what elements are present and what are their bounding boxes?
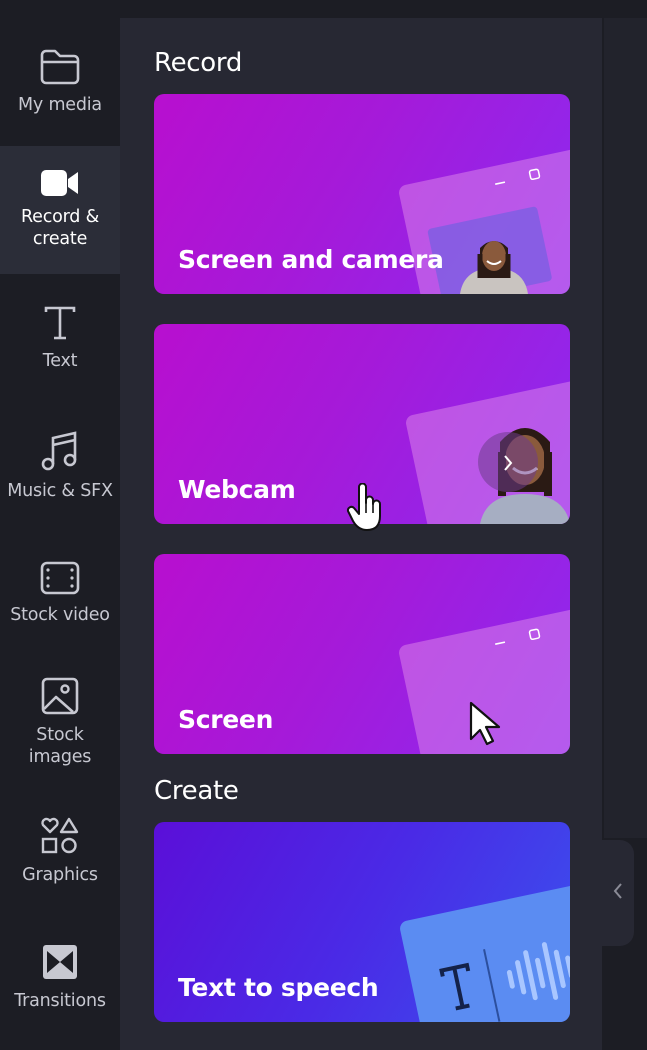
chevron-left-icon (612, 882, 624, 904)
sidebar-item-label: My media (18, 95, 102, 115)
window-controls-icon (495, 628, 541, 645)
folder-icon (39, 48, 81, 86)
screen-and-camera-card[interactable]: Screen and camera (154, 94, 570, 294)
sidebar-item-my-media[interactable]: My media (0, 18, 120, 146)
person-thumbnail (460, 230, 528, 294)
top-strip (0, 0, 647, 18)
image-icon (40, 676, 80, 716)
sidebar-item-label: Music & SFX (7, 481, 113, 501)
card-label: Screen (178, 705, 274, 734)
card-label: Webcam (178, 475, 296, 504)
collapse-panel-button[interactable] (602, 840, 634, 946)
sidebar-item-record-create[interactable]: Record & create (0, 146, 120, 274)
next-button[interactable] (478, 432, 538, 492)
speech-illustration (398, 880, 570, 1022)
section-title-record: Record (154, 48, 243, 78)
video-camera-icon (39, 166, 81, 200)
sidebar-item-text[interactable]: Text (0, 274, 120, 402)
sidebar-item-label: Graphics (22, 865, 98, 885)
sidebar-item-label: Transitions (14, 991, 106, 1011)
sidebar-nav: My media Record & create Text Music & SF… (0, 18, 120, 1050)
hand-cursor-icon (346, 483, 381, 531)
text-icon (43, 304, 77, 342)
sidebar-item-label: Record & create (20, 207, 100, 249)
sidebar-item-stock-images[interactable]: Stock images (0, 658, 120, 802)
section-title-create: Create (154, 776, 239, 806)
right-edge-panel (604, 18, 647, 838)
transitions-icon (40, 942, 80, 982)
sidebar-item-graphics[interactable]: Graphics (0, 802, 120, 930)
text-waveform-icon (439, 942, 570, 1022)
sidebar-item-transitions[interactable]: Transitions (0, 930, 120, 1050)
sidebar-item-music-sfx[interactable]: Music & SFX (0, 402, 120, 530)
sidebar-item-label: Text (42, 351, 78, 371)
screen-card[interactable]: Screen (154, 554, 570, 754)
sidebar-item-label: Stock video (10, 605, 110, 625)
music-note-icon (40, 430, 80, 472)
arrow-cursor-icon (469, 701, 501, 746)
chevron-right-icon (504, 455, 513, 471)
text-to-speech-card[interactable]: Text to speech (154, 822, 570, 1022)
film-icon (39, 560, 81, 596)
card-label: Text to speech (178, 973, 379, 1002)
window-controls-icon (495, 168, 541, 185)
sidebar-item-stock-video[interactable]: Stock video (0, 530, 120, 658)
shapes-icon (40, 816, 80, 856)
card-label: Screen and camera (178, 245, 444, 274)
sidebar-item-label: Stock images (28, 725, 92, 767)
